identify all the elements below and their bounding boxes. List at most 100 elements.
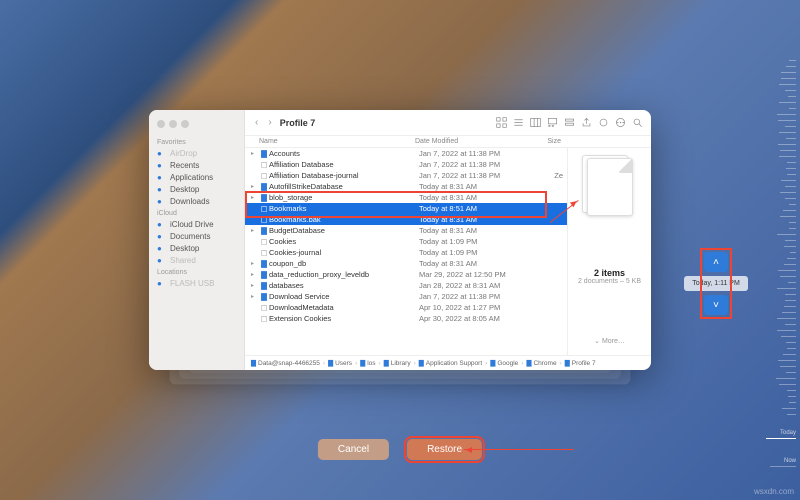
file-name: coupon_db [269, 259, 419, 268]
zoom-icon[interactable] [181, 120, 189, 128]
column-date[interactable]: Date Modified [415, 138, 535, 145]
file-row[interactable]: ▸▇Download ServiceJan 7, 2022 at 11:38 P… [245, 291, 567, 302]
window-controls[interactable] [149, 116, 244, 136]
file-row[interactable]: ▸▇data_reduction_proxy_leveldbMar 29, 20… [245, 269, 567, 280]
path-segment[interactable]: ▇Data@snap-4466255 [251, 359, 320, 367]
folder-icon: ▇ [328, 359, 333, 367]
file-name: Extension Cookies [269, 314, 419, 323]
file-row[interactable]: ▢Affiliation DatabaseJan 7, 2022 at 11:3… [245, 159, 567, 170]
file-row[interactable]: ▸▇databasesJan 28, 2022 at 8:31 AM [245, 280, 567, 291]
icon-view-icon[interactable] [496, 117, 507, 128]
close-icon[interactable] [157, 120, 165, 128]
preview-more[interactable]: ⌄More… [594, 337, 625, 345]
sidebar-item[interactable]: ●iCloud Drive [149, 218, 244, 230]
finder-window: Favorites●AirDrop●Recents●Applications●D… [149, 110, 651, 370]
column-headers[interactable]: Name Date Modified Size [245, 136, 651, 148]
folder-icon: ▇ [565, 359, 570, 367]
disclosure-icon[interactable]: ▸ [251, 282, 259, 289]
sidebar-item[interactable]: ●FLASH USB [149, 277, 244, 289]
column-size[interactable]: Size [535, 138, 567, 145]
column-view-icon[interactable] [530, 117, 541, 128]
file-row[interactable]: ▸▇AccountsJan 7, 2022 at 11:38 PM [245, 148, 567, 159]
sidebar-item[interactable]: ●Applications [149, 171, 244, 183]
sidebar-item[interactable]: ●Desktop [149, 242, 244, 254]
path-segment[interactable]: ▇Profile 7 [565, 359, 596, 367]
sidebar-item[interactable]: ●Desktop [149, 183, 244, 195]
sidebar-item[interactable]: ●Recents [149, 159, 244, 171]
disclosure-icon[interactable]: ▸ [251, 271, 259, 278]
cloud-icon: ● [157, 220, 166, 229]
file-row[interactable]: ▢Affiliation Database-journalJan 7, 2022… [245, 170, 567, 181]
path-segment[interactable]: ▇Chrome [526, 359, 556, 367]
folder-icon: ▇ [259, 281, 269, 290]
sidebar-section: iCloud [149, 207, 244, 218]
file-row[interactable]: ▢Cookies-journalToday at 1:09 PM [245, 247, 567, 258]
file-name: Affiliation Database-journal [269, 171, 419, 180]
tag-icon[interactable] [598, 117, 609, 128]
file-icon: ▢ [259, 204, 269, 213]
annotation-arrow [464, 449, 574, 450]
file-row[interactable]: ▢CookiesToday at 1:09 PM [245, 236, 567, 247]
time-down-button[interactable]: ˅ [704, 295, 728, 315]
group-icon[interactable] [564, 117, 575, 128]
clock-icon: ● [157, 161, 166, 170]
file-row[interactable]: ▢Bookmarks.bakToday at 8:31 AM [245, 214, 567, 225]
file-row[interactable]: ▢BookmarksToday at 8:51 AM [245, 203, 567, 214]
folder-icon: ▇ [259, 149, 269, 158]
timeline-now-label: Now [784, 458, 796, 464]
file-list[interactable]: ▸▇AccountsJan 7, 2022 at 11:38 PM▢Affili… [245, 148, 567, 355]
disclosure-icon[interactable]: ▸ [251, 183, 259, 190]
sidebar-item[interactable]: ●Shared [149, 254, 244, 266]
path-segment[interactable]: ▇Application Support [419, 359, 482, 367]
file-name: DownloadMetadata [269, 303, 419, 312]
file-name: blob_storage [269, 193, 419, 202]
file-date: Today at 8:31 AM [419, 259, 539, 268]
time-up-button[interactable]: ˄ [704, 252, 728, 272]
disclosure-icon[interactable]: ▸ [251, 293, 259, 300]
share-icon[interactable] [581, 117, 592, 128]
downloads-icon: ● [157, 197, 166, 206]
back-button[interactable]: ‹ [253, 117, 260, 128]
file-name: Bookmarks [269, 204, 419, 213]
file-icon: ▢ [259, 171, 269, 180]
file-row[interactable]: ▸▇AutofillStrikeDatabaseToday at 8:31 AM [245, 181, 567, 192]
folder-icon: ▇ [419, 359, 424, 367]
list-view-icon[interactable] [513, 117, 524, 128]
sidebar-item[interactable]: ●Documents [149, 230, 244, 242]
column-name[interactable]: Name [245, 138, 415, 145]
search-icon[interactable] [632, 117, 643, 128]
disclosure-icon[interactable]: ▸ [251, 150, 259, 157]
disclosure-icon[interactable]: ▸ [251, 260, 259, 267]
disclosure-icon[interactable]: ▸ [251, 227, 259, 234]
action-bar: Cancel Restore [318, 439, 482, 460]
file-row[interactable]: ▢Extension CookiesApr 30, 2022 at 8:05 A… [245, 313, 567, 324]
gallery-view-icon[interactable] [547, 117, 558, 128]
file-date: Today at 8:31 AM [419, 215, 539, 224]
path-segment[interactable]: ▇Users [328, 359, 352, 367]
file-date: Today at 8:31 AM [419, 182, 539, 191]
file-row[interactable]: ▸▇coupon_dbToday at 8:31 AM [245, 258, 567, 269]
folder-icon: ▇ [251, 359, 256, 367]
file-row[interactable]: ▸▇BudgetDatabaseToday at 8:31 AM [245, 225, 567, 236]
preview-subtitle: 2 documents – 5 KB [578, 278, 641, 285]
file-date: Jan 7, 2022 at 11:38 PM [419, 160, 539, 169]
preview-title: 2 items [594, 268, 625, 278]
forward-button[interactable]: › [266, 117, 273, 128]
file-size: Ze [539, 171, 567, 180]
file-row[interactable]: ▸▇blob_storageToday at 8:31 AM [245, 192, 567, 203]
minimize-icon[interactable] [169, 120, 177, 128]
path-segment[interactable]: ▇Google [490, 359, 518, 367]
path-bar[interactable]: ▇Data@snap-4466255›▇Users›▇los›▇Library›… [245, 355, 651, 370]
disclosure-icon[interactable]: ▸ [251, 194, 259, 201]
file-row[interactable]: ▢DownloadMetadataApr 10, 2022 at 1:27 PM [245, 302, 567, 313]
action-icon[interactable] [615, 117, 626, 128]
file-name: BudgetDatabase [269, 226, 419, 235]
cancel-button[interactable]: Cancel [318, 439, 389, 460]
path-segment[interactable]: ▇Library [384, 359, 411, 367]
sidebar-item[interactable]: ●Downloads [149, 195, 244, 207]
timeline[interactable]: Today Now [754, 60, 796, 480]
path-segment[interactable]: ▇los [360, 359, 375, 367]
file-date: Jan 7, 2022 at 11:38 PM [419, 171, 539, 180]
sidebar-item[interactable]: ●AirDrop [149, 147, 244, 159]
file-name: data_reduction_proxy_leveldb [269, 270, 419, 279]
